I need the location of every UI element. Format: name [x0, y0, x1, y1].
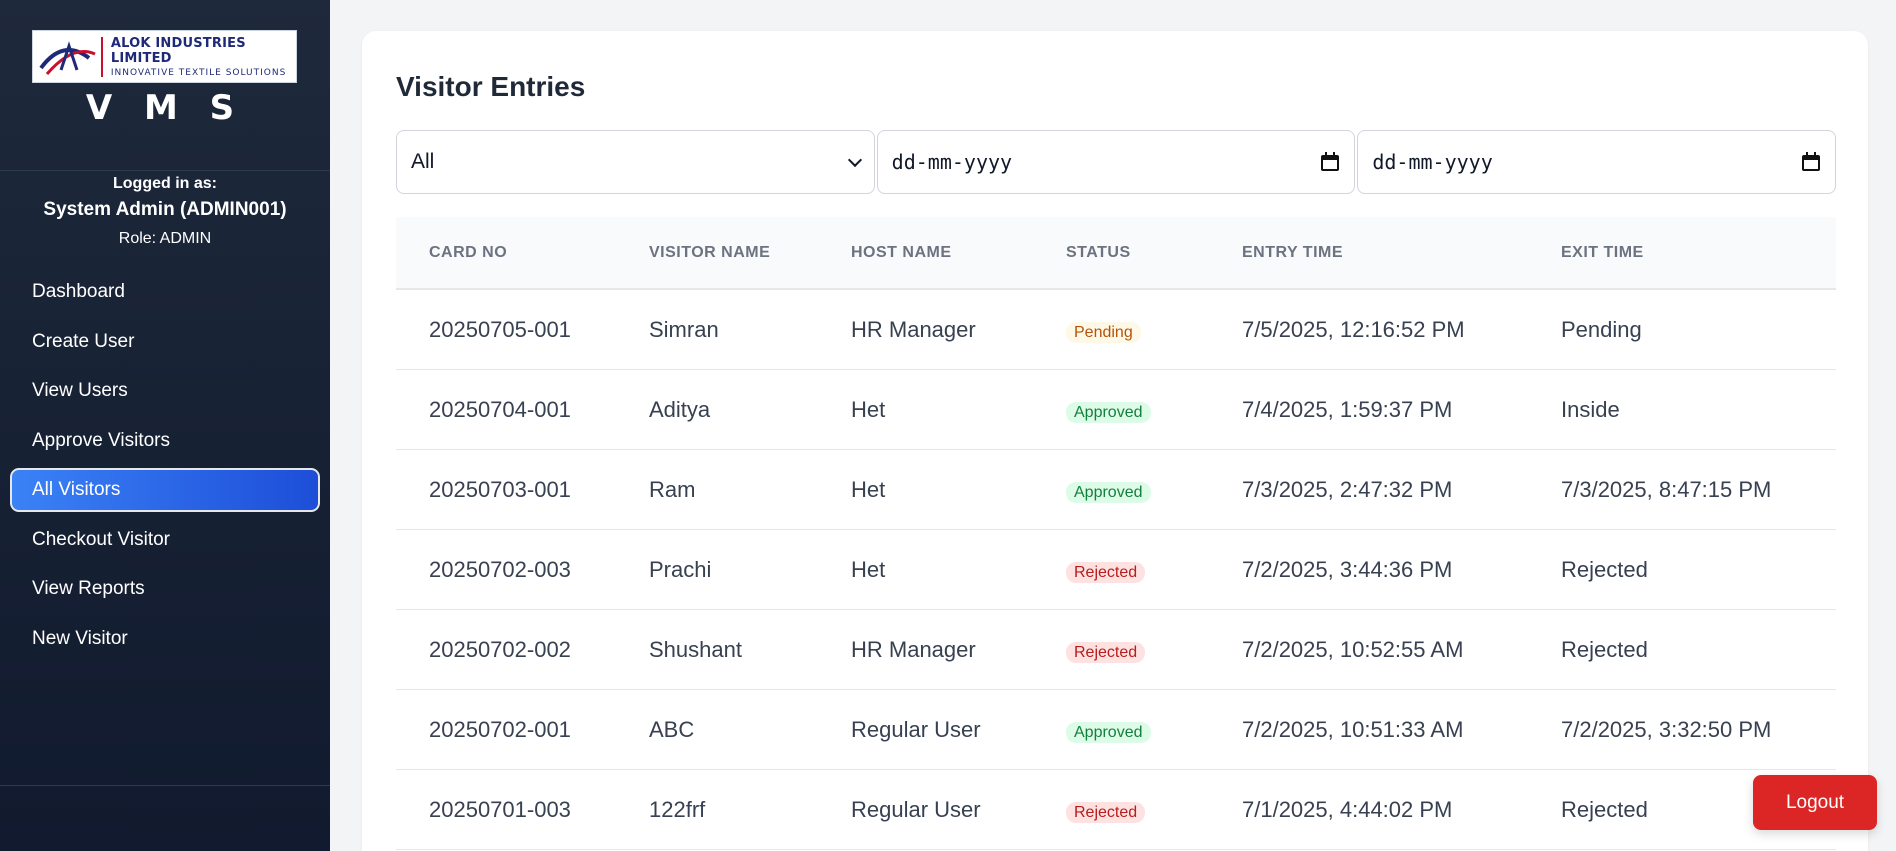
visitor-name-cell: Shushant: [649, 636, 742, 662]
visitor-name-cell: ABC: [649, 716, 695, 742]
status-filter-value: All: [411, 150, 435, 173]
logo-subtitle: INNOVATIVE TEXTILE SOLUTIONS: [110, 67, 287, 78]
header-status[interactable]: STATUS: [1066, 244, 1131, 262]
from-date-input[interactable]: dd-mm-yyyy: [876, 130, 1356, 194]
filter-bar: All dd-mm-yyyy dd-mm-yyyy: [396, 130, 1837, 194]
status-badge: Approved: [1066, 721, 1151, 743]
status-cell: Approved: [1066, 397, 1151, 423]
entry-time-cell: 7/5/2025, 12:16:52 PM: [1242, 316, 1465, 342]
host-name-cell: Regular User: [851, 796, 981, 822]
header-card-no[interactable]: CARD NO: [429, 244, 507, 262]
sidebar-item-approve-visitors[interactable]: Approve Visitors: [10, 419, 320, 463]
table-row[interactable]: 20250705-001 Simran HR Manager Pending 7/5/2…: [396, 290, 1836, 370]
status-cell: Approved: [1066, 717, 1151, 743]
user-info: Logged in as: System Admin (ADMIN001) Ro…: [0, 172, 330, 248]
sidebar-item-all-visitors[interactable]: All Visitors: [10, 468, 320, 512]
header-entry-time[interactable]: ENTRY TIME: [1242, 244, 1343, 262]
header-exit-time[interactable]: EXIT TIME: [1561, 244, 1644, 262]
sidebar-item-checkout-visitor[interactable]: Checkout Visitor: [10, 518, 320, 562]
app-name: V M S: [85, 88, 245, 128]
calendar-icon[interactable]: [1801, 152, 1821, 172]
exit-time-cell: Rejected: [1561, 636, 1648, 662]
calendar-icon[interactable]: [1320, 152, 1340, 172]
status-badge: Pending: [1066, 321, 1141, 343]
header-visitor-name[interactable]: VISITOR NAME: [649, 244, 770, 262]
table-row[interactable]: 20250702-003 Prachi Het Rejected 7/2/2025, 3…: [396, 530, 1836, 610]
chevron-down-icon: [847, 152, 862, 167]
host-name-cell: Het: [851, 476, 886, 502]
table-row[interactable]: 20250703-001 Ram Het Approved 7/3/2025, 2:47…: [396, 450, 1836, 530]
logo-title: ALOK INDUSTRIES LIMITED: [110, 35, 246, 66]
sidebar-item-view-reports[interactable]: View Reports: [10, 567, 320, 611]
entry-time-cell: 7/2/2025, 10:52:55 AM: [1242, 636, 1464, 662]
entry-time-cell: 7/1/2025, 4:44:02 PM: [1242, 796, 1453, 822]
user-name: System Admin (ADMIN001): [43, 199, 287, 220]
table-body: 20250705-001 Simran HR Manager Pending 7/5/2…: [396, 290, 1836, 850]
sidebar-nav: Dashboard Create User View Users Approve…: [10, 270, 320, 666]
table-header: CARD NO VISITOR NAME HOST NAME STATUS EN…: [396, 217, 1836, 290]
entry-time-cell: 7/4/2025, 1:59:37 PM: [1242, 396, 1453, 422]
status-cell: Rejected: [1066, 637, 1146, 663]
logout-button[interactable]: Logout: [1753, 775, 1877, 830]
sidebar-divider: [0, 170, 330, 171]
company-logo: ALOK INDUSTRIES LIMITED INNOVATIVE TEXTI…: [32, 30, 297, 83]
table-row[interactable]: 20250704-001 Aditya Het Approved 7/4/2025, 1…: [396, 370, 1836, 450]
host-name-cell: HR Manager: [851, 316, 976, 342]
logged-in-label: Logged in as:: [113, 175, 217, 192]
sidebar-footer-divider: [0, 785, 330, 786]
exit-time-cell: Rejected: [1561, 556, 1648, 582]
card-no-cell: 20250702-003: [429, 556, 571, 582]
table-row[interactable]: 20250702-001 ABC Regular User Approved 7/2/2…: [396, 690, 1836, 770]
status-badge: Approved: [1066, 481, 1151, 503]
status-filter-select[interactable]: All: [396, 130, 875, 194]
to-date-placeholder: dd-mm-yyyy: [1372, 150, 1493, 174]
exit-time-cell: Rejected: [1561, 796, 1648, 822]
entry-time-cell: 7/2/2025, 10:51:33 AM: [1242, 716, 1464, 742]
visitor-name-cell: 122frf: [649, 796, 706, 822]
card-no-cell: 20250702-001: [429, 716, 571, 742]
status-cell: Approved: [1066, 477, 1151, 503]
sidebar: ALOK INDUSTRIES LIMITED INNOVATIVE TEXTI…: [0, 0, 330, 851]
sidebar-item-create-user[interactable]: Create User: [10, 320, 320, 364]
from-date-placeholder: dd-mm-yyyy: [891, 150, 1013, 174]
page-title: Visitor Entries: [396, 71, 586, 102]
card-no-cell: 20250702-002: [429, 636, 571, 662]
status-badge: Rejected: [1066, 641, 1146, 663]
user-role: Role: ADMIN: [118, 230, 212, 247]
visitor-name-cell: Ram: [649, 476, 696, 502]
status-badge: Rejected: [1066, 561, 1146, 583]
card-no-cell: 20250703-001: [429, 476, 571, 502]
visitor-table: CARD NO VISITOR NAME HOST NAME STATUS EN…: [396, 217, 1836, 850]
table-row[interactable]: 20250701-003 122frf Regular User Rejected 7/…: [396, 770, 1836, 850]
status-cell: Rejected: [1066, 557, 1146, 583]
card-no-cell: 20250701-003: [429, 796, 571, 822]
host-name-cell: Het: [851, 396, 886, 422]
status-badge: Rejected: [1066, 801, 1146, 823]
entry-time-cell: 7/2/2025, 3:44:36 PM: [1242, 556, 1453, 582]
status-cell: Rejected: [1066, 797, 1146, 823]
card-no-cell: 20250704-001: [429, 396, 571, 422]
visitor-entries-card: Visitor Entries All dd-mm-yyyy dd-mm-yyy…: [362, 31, 1868, 851]
header-host-name[interactable]: HOST NAME: [851, 244, 952, 262]
visitor-name-cell: Aditya: [649, 396, 711, 422]
logo-emblem-icon: [33, 30, 101, 83]
sidebar-item-view-users[interactable]: View Users: [10, 369, 320, 413]
sidebar-item-new-visitor[interactable]: New Visitor: [10, 617, 320, 661]
table-row[interactable]: 20250702-002 Shushant HR Manager Rejected 7/…: [396, 610, 1836, 690]
host-name-cell: Regular User: [851, 716, 981, 742]
to-date-input[interactable]: dd-mm-yyyy: [1357, 130, 1837, 194]
sidebar-item-dashboard[interactable]: Dashboard: [10, 270, 320, 314]
card-no-cell: 20250705-001: [429, 316, 571, 342]
exit-time-cell: 7/2/2025, 3:32:50 PM: [1561, 716, 1772, 742]
exit-time-cell: Inside: [1561, 396, 1620, 422]
visitor-name-cell: Prachi: [649, 556, 712, 582]
host-name-cell: HR Manager: [851, 636, 976, 662]
status-badge: Approved: [1066, 401, 1151, 423]
host-name-cell: Het: [851, 556, 886, 582]
visitor-name-cell: Simran: [649, 316, 719, 342]
exit-time-cell: 7/3/2025, 8:47:15 PM: [1561, 476, 1772, 502]
entry-time-cell: 7/3/2025, 2:47:32 PM: [1242, 476, 1453, 502]
exit-time-cell: Pending: [1561, 316, 1642, 342]
status-cell: Pending: [1066, 317, 1141, 343]
